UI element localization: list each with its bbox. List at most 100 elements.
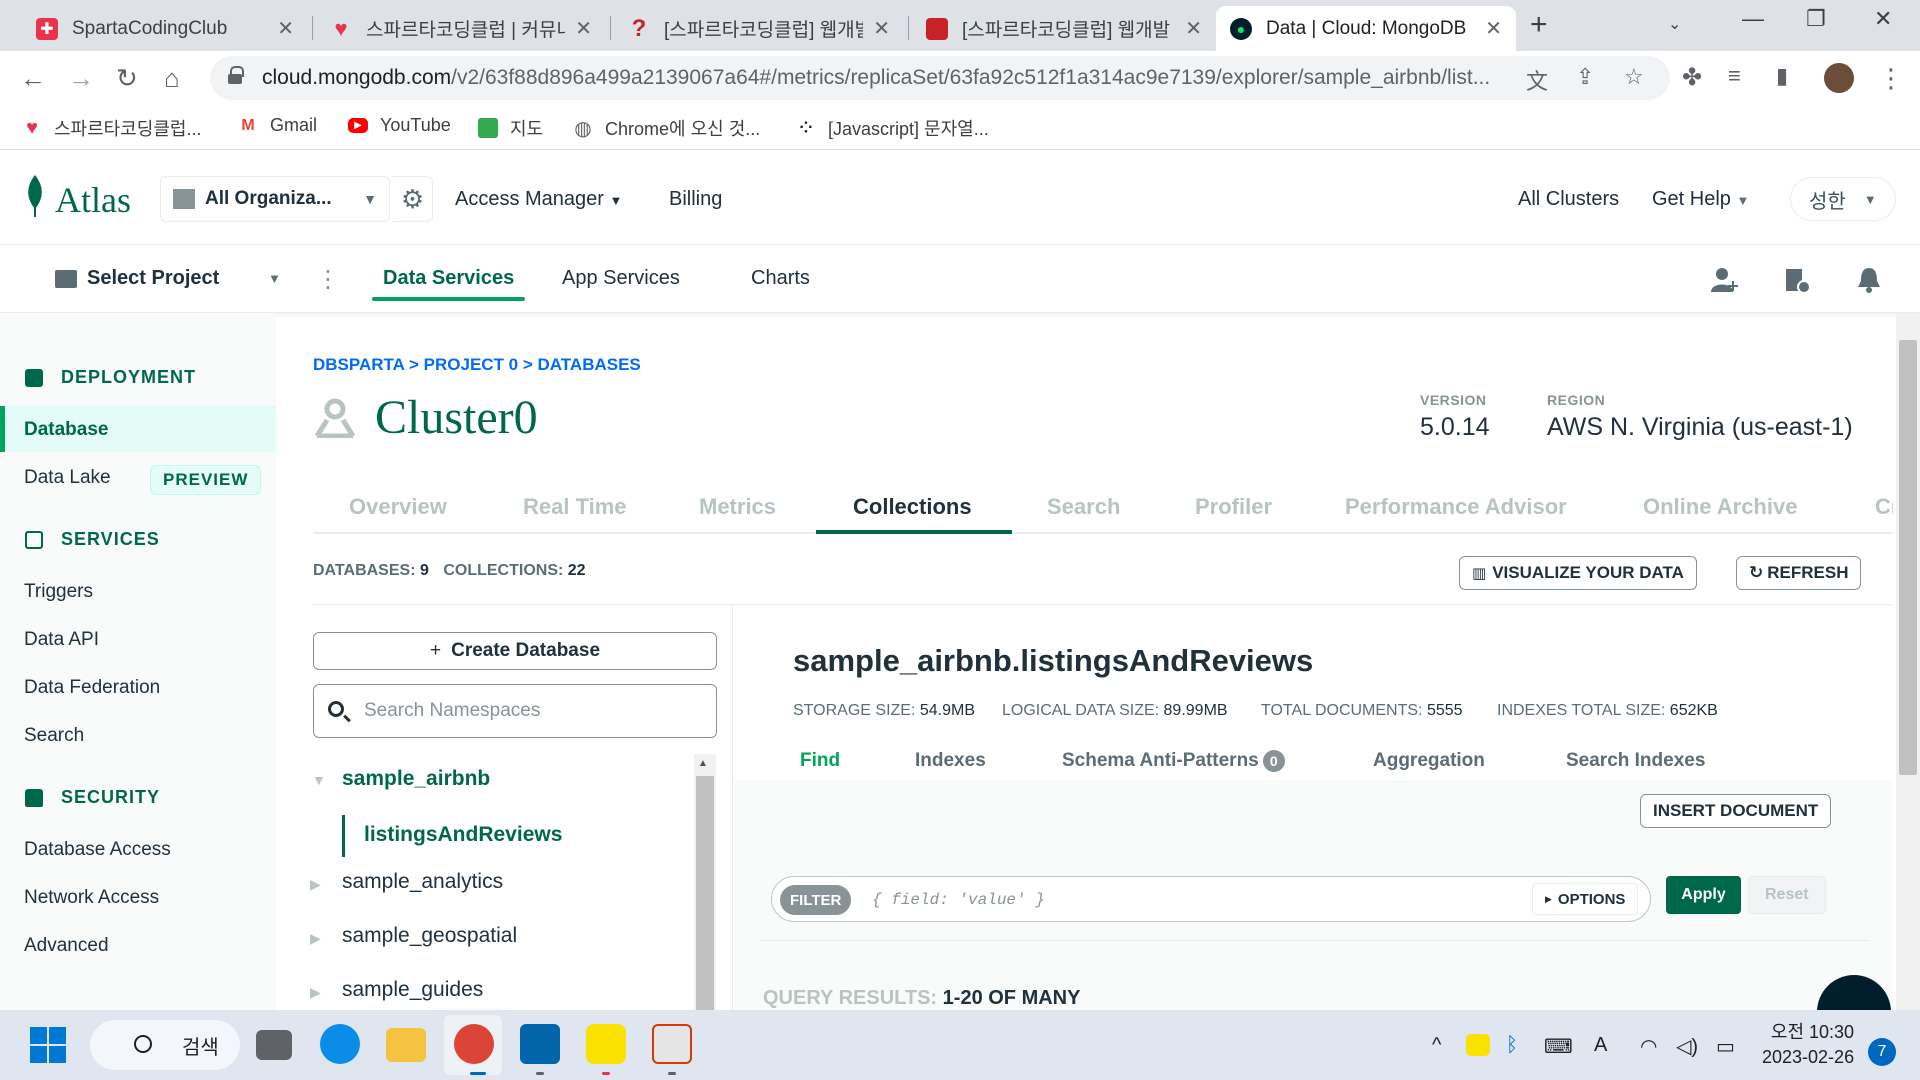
bluetooth-icon[interactable]: ᛒ bbox=[1506, 1034, 1518, 1057]
database-item[interactable]: sample_geospatial bbox=[342, 924, 517, 948]
back-icon[interactable]: ← bbox=[20, 63, 46, 94]
new-tab-button[interactable]: + bbox=[1530, 8, 1548, 42]
tab-indexes[interactable]: Indexes bbox=[915, 750, 986, 772]
bookmark-item[interactable]: ♥ 스파르타코딩클럽... bbox=[22, 115, 201, 141]
tab-cmd-line-tools[interactable]: Cmd Line Tools bbox=[1875, 494, 1893, 520]
sidebar-item-data-federation[interactable]: Data Federation bbox=[24, 677, 160, 699]
bookmark-item[interactable]: ◍ Chrome에 오신 것... bbox=[573, 115, 760, 141]
chevron-down-icon[interactable]: ▼ bbox=[312, 772, 326, 788]
chevron-up-icon[interactable]: ^ bbox=[1432, 1034, 1441, 1057]
reload-icon[interactable]: ↻ bbox=[116, 63, 138, 94]
tab-data-services[interactable]: Data Services bbox=[383, 267, 514, 290]
home-icon[interactable]: ⌂ bbox=[164, 63, 180, 94]
bell-icon[interactable] bbox=[1854, 265, 1884, 295]
bookmark-item[interactable]: ⁘ [Javascript] 문자열... bbox=[796, 115, 988, 141]
sidebar-item-data-api[interactable]: Data API bbox=[24, 629, 99, 651]
chevron-right-icon[interactable]: ▶ bbox=[310, 930, 321, 947]
tab-search-icon[interactable]: ⌄ bbox=[1668, 14, 1681, 34]
url-text[interactable]: cloud.mongodb.com/v2/63f88d896a499a21390… bbox=[262, 66, 1512, 90]
tab-schema-anti-patterns[interactable]: Schema Anti-Patterns 0 bbox=[1062, 750, 1285, 772]
filter-input[interactable] bbox=[872, 887, 1492, 913]
bookmark-item[interactable]: M Gmail bbox=[238, 115, 317, 136]
access-manager-menu[interactable]: Access Manager ▼ bbox=[455, 188, 622, 211]
wifi-icon[interactable]: ◠ bbox=[1640, 1034, 1657, 1059]
sidebar-item-database[interactable]: Database bbox=[24, 419, 109, 441]
gear-icon[interactable]: ⚙ bbox=[393, 176, 433, 222]
restore-icon[interactable]: ❐ bbox=[1806, 6, 1826, 32]
tab-profiler[interactable]: Profiler bbox=[1195, 494, 1272, 520]
page-scroll-thumb[interactable] bbox=[1899, 340, 1917, 775]
task-view-icon[interactable] bbox=[256, 1030, 292, 1060]
tab-search[interactable]: Search bbox=[1047, 494, 1120, 520]
translate-icon[interactable]: 文 bbox=[1526, 64, 1548, 96]
scroll-up-arrow[interactable]: ▲ bbox=[698, 758, 708, 769]
browser-tab[interactable]: [스파르타코딩클럽] 웹개발 ✕ bbox=[912, 6, 1216, 51]
collection-item[interactable]: listingsAndReviews bbox=[364, 823, 562, 847]
keyboard-icon[interactable]: ⌨ bbox=[1544, 1034, 1573, 1059]
activity-feed-icon[interactable] bbox=[1782, 265, 1812, 295]
visualize-data-button[interactable]: ▥ VISUALIZE YOUR DATA bbox=[1459, 556, 1697, 590]
close-tab-icon[interactable]: ✕ bbox=[873, 16, 890, 41]
more-options-icon[interactable]: ⋮ bbox=[316, 265, 340, 294]
atlas-logo[interactable]: Atlas bbox=[55, 179, 131, 221]
kakaotalk-icon[interactable] bbox=[586, 1024, 626, 1064]
tab-performance-advisor[interactable]: Performance Advisor bbox=[1345, 494, 1567, 520]
user-menu[interactable]: 성한 ▼ bbox=[1790, 177, 1896, 221]
invite-user-icon[interactable] bbox=[1710, 265, 1740, 295]
sidebar-item-data-lake[interactable]: Data Lake bbox=[24, 467, 111, 489]
get-help-menu[interactable]: Get Help ▼ bbox=[1652, 188, 1749, 211]
battery-icon[interactable]: ▭ bbox=[1716, 1034, 1735, 1059]
tab-app-services[interactable]: App Services bbox=[562, 267, 680, 290]
forward-icon[interactable]: → bbox=[68, 63, 94, 94]
browser-tab[interactable]: ♥ 스파르타코딩클럽 | 커뮤니 ✕ bbox=[316, 6, 606, 51]
refresh-button[interactable]: ↻ REFRESH bbox=[1736, 556, 1862, 590]
bookmark-item[interactable]: ▶ YouTube bbox=[348, 115, 451, 136]
create-database-button[interactable]: + Create Database bbox=[313, 632, 717, 670]
edge-icon[interactable] bbox=[320, 1024, 360, 1064]
tab-charts[interactable]: Charts bbox=[751, 267, 810, 290]
chrome-menu-icon[interactable]: ⋮ bbox=[1878, 63, 1904, 94]
tab-aggregation[interactable]: Aggregation bbox=[1373, 750, 1485, 772]
volume-icon[interactable]: ◁) bbox=[1676, 1034, 1698, 1059]
sidebar-item-search[interactable]: Search bbox=[24, 725, 84, 747]
mongodb-leaf-icon[interactable] bbox=[25, 175, 45, 217]
vscode-icon[interactable] bbox=[520, 1024, 560, 1064]
options-button[interactable]: ▶ OPTIONS bbox=[1532, 883, 1639, 915]
notification-badge[interactable]: 7 bbox=[1868, 1038, 1896, 1066]
chevron-down-icon[interactable]: ▼ bbox=[268, 271, 281, 286]
sidebar-item-advanced[interactable]: Advanced bbox=[24, 935, 109, 957]
close-window-icon[interactable]: ✕ bbox=[1874, 6, 1892, 32]
close-tab-icon[interactable]: ✕ bbox=[1185, 16, 1202, 41]
org-selector[interactable]: All Organiza... ▼ bbox=[160, 176, 390, 222]
taskbar-search[interactable]: 검색 bbox=[90, 1020, 240, 1070]
file-explorer-icon[interactable] bbox=[386, 1028, 426, 1062]
tab-search-indexes[interactable]: Search Indexes bbox=[1566, 750, 1705, 772]
chevron-right-icon[interactable]: ▶ bbox=[310, 876, 321, 893]
chrome-icon[interactable] bbox=[454, 1024, 494, 1064]
browser-tab-active[interactable]: ● Data | Cloud: MongoDB ✕ bbox=[1216, 6, 1516, 51]
ime-icon[interactable]: A bbox=[1594, 1034, 1607, 1057]
minimize-icon[interactable]: — bbox=[1742, 6, 1764, 32]
tab-collections[interactable]: Collections bbox=[853, 494, 972, 520]
media-control-icon[interactable]: ≡ bbox=[1728, 63, 1741, 89]
tab-online-archive[interactable]: Online Archive bbox=[1643, 494, 1797, 520]
bookmark-star-icon[interactable]: ☆ bbox=[1624, 64, 1644, 90]
apply-button[interactable]: Apply bbox=[1666, 876, 1741, 914]
namespace-scroll-thumb[interactable] bbox=[696, 776, 714, 1010]
chevron-right-icon[interactable]: ▶ bbox=[310, 984, 321, 1001]
side-panel-icon[interactable]: ▮ bbox=[1776, 63, 1788, 89]
database-item[interactable]: sample_guides bbox=[342, 978, 483, 1002]
bookmark-item[interactable]: 지도 bbox=[478, 115, 543, 141]
namespace-search[interactable] bbox=[313, 684, 717, 738]
sidebar-item-network-access[interactable]: Network Access bbox=[24, 887, 159, 909]
snipping-tool-icon[interactable] bbox=[652, 1024, 692, 1064]
project-selector[interactable]: Select Project bbox=[87, 267, 219, 290]
database-item[interactable]: sample_airbnb bbox=[342, 767, 490, 791]
tab-real-time[interactable]: Real Time bbox=[523, 494, 627, 520]
tab-overview[interactable]: Overview bbox=[349, 494, 447, 520]
reset-button[interactable]: Reset bbox=[1748, 876, 1826, 914]
search-namespaces-input[interactable] bbox=[364, 697, 704, 725]
address-bar[interactable]: cloud.mongodb.com/v2/63f88d896a499a21390… bbox=[210, 56, 1670, 100]
sidebar-item-database-access[interactable]: Database Access bbox=[24, 839, 171, 861]
insert-document-button[interactable]: INSERT DOCUMENT bbox=[1640, 794, 1832, 828]
